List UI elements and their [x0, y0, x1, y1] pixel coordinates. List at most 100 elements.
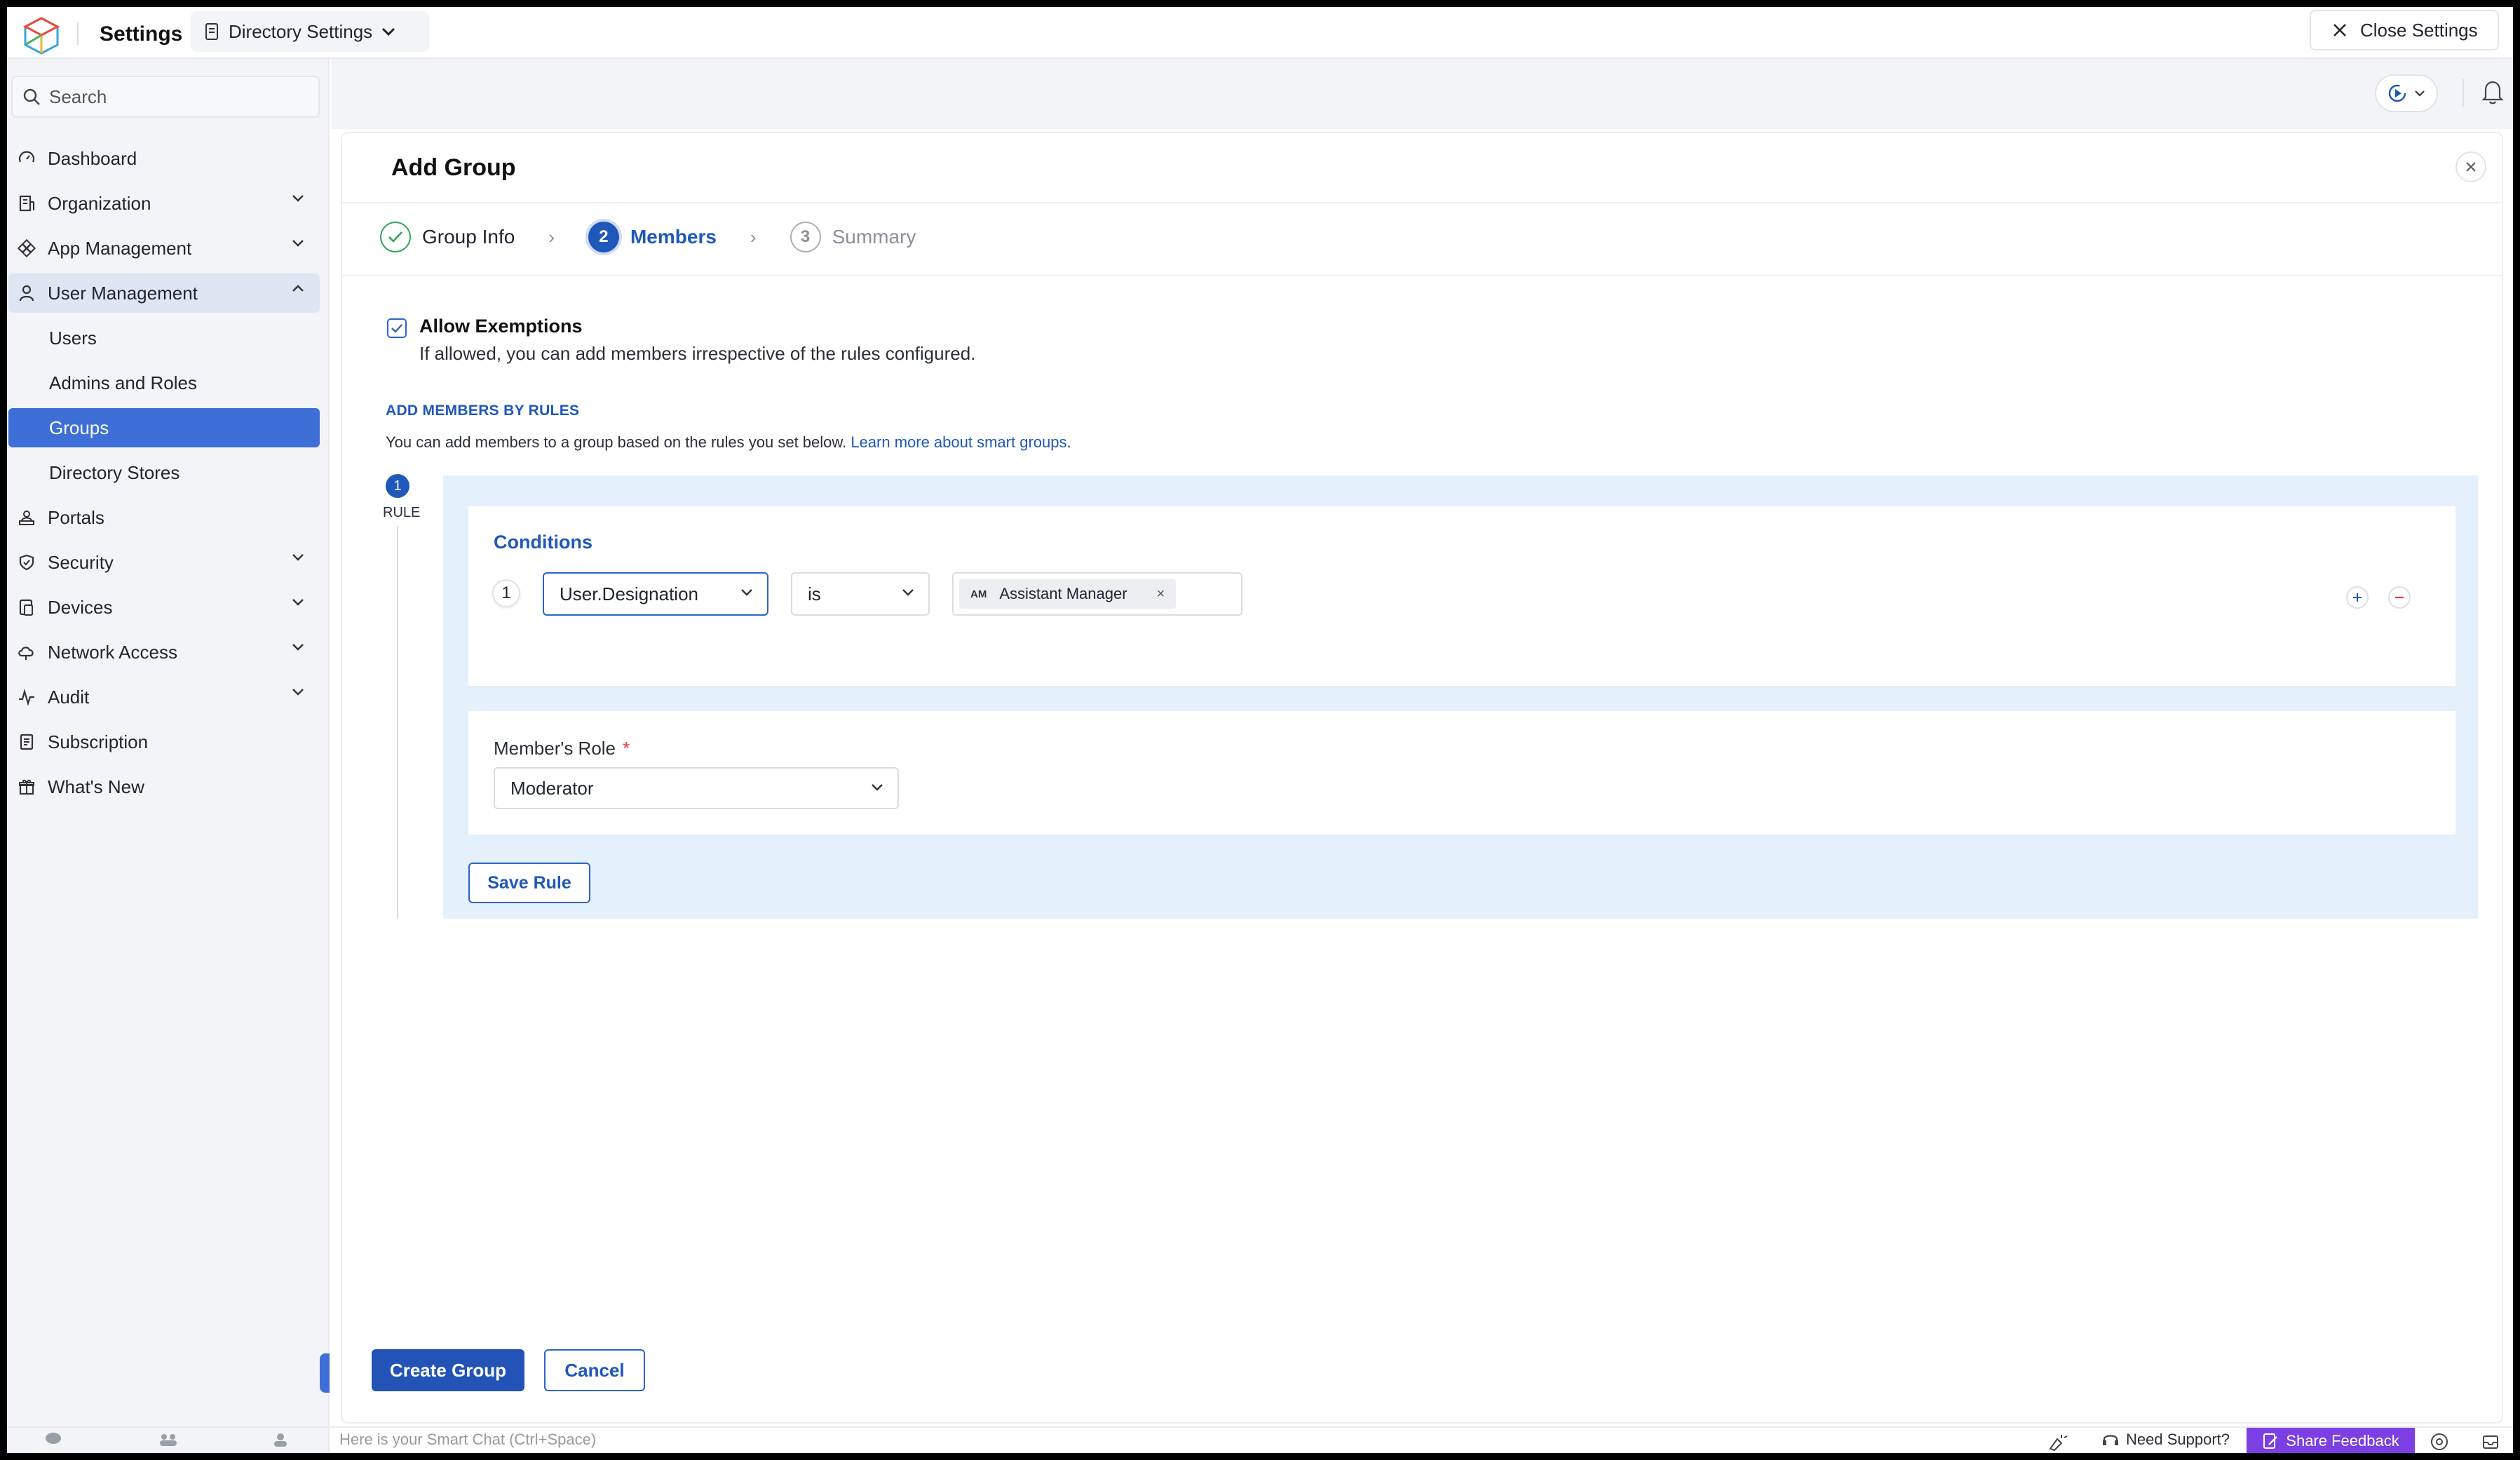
sidebar-item-label: Admins and Roles	[49, 372, 197, 393]
allow-exemptions-description: If allowed, you can add members irrespec…	[419, 343, 976, 364]
stepper: Group Info › 2 Members › 3 Summary	[380, 216, 916, 258]
smart-chat-input[interactable]: Here is your Smart Chat (Ctrl+Space)	[339, 1431, 596, 1449]
cancel-button[interactable]: Cancel	[544, 1349, 645, 1391]
add-condition-button[interactable]	[2346, 586, 2369, 609]
sidebar-item-app-management[interactable]: App Management	[8, 229, 320, 268]
divider	[77, 22, 79, 45]
bottom-tabs	[7, 1428, 330, 1453]
gift-icon	[17, 777, 36, 797]
member-role-select[interactable]: Moderator	[494, 767, 899, 809]
rules-description-text: You can add members to a group based on …	[386, 433, 847, 451]
rules-section-heading: ADD MEMBERS BY RULES	[386, 403, 580, 419]
shield-icon	[17, 553, 36, 572]
contacts-tab-icon[interactable]	[266, 1432, 294, 1453]
sidebar-item-label: Portals	[48, 506, 104, 528]
sidebar-item-devices[interactable]: Devices	[8, 588, 320, 627]
step-label: Group Info	[422, 226, 515, 248]
rule-container: Conditions 1 User.Designation is AM Assi…	[443, 475, 2478, 919]
step-summary[interactable]: 3 Summary	[790, 222, 916, 252]
sidebar-item-user-management[interactable]: User Management	[8, 273, 320, 313]
pulse-icon	[17, 687, 36, 707]
sidebar-item-organization[interactable]: Organization	[8, 184, 320, 223]
chevron-down-icon	[292, 554, 304, 561]
directory-selector-label: Directory Settings	[229, 20, 373, 42]
at-mention-icon[interactable]	[2429, 1432, 2450, 1452]
sidebar-item-network-access[interactable]: Network Access	[8, 633, 320, 672]
sidebar-item-audit[interactable]: Audit	[8, 677, 320, 717]
sidebar-collapse-handle[interactable]	[320, 1353, 330, 1393]
allow-exemptions-checkbox[interactable]	[387, 318, 407, 338]
sidebar: Dashboard Organization App Management Us…	[7, 59, 330, 1426]
step-number: 3	[790, 222, 821, 252]
share-feedback-button[interactable]: Share Feedback	[2247, 1428, 2415, 1453]
member-role-label: Member's Role *	[494, 738, 630, 759]
member-role-card: Member's Role * Moderator	[468, 711, 2455, 834]
checkmark-icon	[391, 324, 402, 333]
top-bar: Settings Directory Settings Close Settin…	[7, 7, 2513, 59]
sidebar-item-label: Organization	[48, 192, 151, 214]
condition-field-select[interactable]: User.Designation	[543, 572, 768, 616]
search-input[interactable]	[49, 86, 316, 108]
rule-number: 1	[386, 474, 409, 498]
chevron-down-icon	[741, 589, 752, 596]
allow-exemptions: Allow Exemptions If allowed, you can add…	[387, 316, 975, 365]
app-title: Settings	[100, 22, 183, 46]
directory-selector[interactable]: Directory Settings	[191, 11, 429, 52]
sidebar-item-directory-stores[interactable]: Directory Stores	[8, 453, 320, 492]
recording-button[interactable]	[2375, 74, 2438, 112]
cube-logo-icon	[22, 17, 60, 55]
divider	[342, 275, 2502, 276]
inbox-icon[interactable]	[2481, 1432, 2500, 1452]
sidebar-item-subscription[interactable]: Subscription	[8, 722, 320, 762]
sidebar-item-whats-new[interactable]: What's New	[8, 767, 320, 806]
chevron-down-icon	[382, 27, 395, 36]
chip-remove-icon[interactable]: ×	[1157, 586, 1165, 602]
create-group-button[interactable]: Create Group	[372, 1349, 524, 1391]
receipt-icon	[17, 732, 36, 752]
sidebar-item-label: Network Access	[48, 641, 177, 663]
condition-field-value: User.Designation	[560, 583, 698, 604]
chevron-down-icon	[292, 644, 304, 651]
need-support-button[interactable]: Need Support?	[2101, 1431, 2230, 1449]
search-box[interactable]	[11, 76, 320, 118]
minus-icon	[2395, 596, 2404, 599]
close-settings-button[interactable]: Close Settings	[2310, 10, 2499, 50]
sidebar-item-label: Audit	[48, 686, 90, 708]
allow-exemptions-title: Allow Exemptions	[419, 316, 583, 337]
sidebar-item-portals[interactable]: Portals	[8, 498, 320, 537]
chevron-right-icon: ›	[548, 226, 555, 248]
sidebar-item-dashboard[interactable]: Dashboard	[8, 139, 320, 178]
step-group-info[interactable]: Group Info	[380, 222, 515, 252]
chevron-down-icon	[872, 784, 883, 791]
app-window: Settings Directory Settings Close Settin…	[7, 7, 2513, 1453]
sidebar-item-groups[interactable]: Groups	[8, 408, 320, 447]
condition-operator-value: is	[808, 583, 821, 604]
channels-tab-icon[interactable]	[154, 1432, 182, 1453]
need-support-label: Need Support?	[2126, 1431, 2230, 1448]
step-members[interactable]: 2 Members	[588, 222, 717, 252]
condition-operator-select[interactable]: is	[791, 572, 930, 616]
panel-close-button[interactable]	[2455, 151, 2486, 182]
sidebar-item-label: Dashboard	[48, 147, 137, 169]
chevron-down-icon	[902, 589, 914, 596]
sidebar-item-users[interactable]: Users	[8, 318, 320, 358]
save-rule-button[interactable]: Save Rule	[468, 863, 590, 903]
chevron-down-icon	[2415, 90, 2425, 97]
sentence-period: .	[1066, 433, 1071, 451]
chats-tab-icon[interactable]	[39, 1432, 67, 1453]
condition-index: 1	[492, 579, 520, 607]
remove-condition-button[interactable]	[2388, 586, 2411, 609]
required-marker: *	[623, 738, 630, 759]
condition-value-input[interactable]: AM Assistant Manager ×	[952, 572, 1242, 616]
bell-icon[interactable]	[2481, 79, 2505, 105]
check-icon	[380, 222, 411, 252]
chip-abbreviation: AM	[970, 588, 987, 600]
sidebar-item-label: What's New	[48, 776, 144, 797]
sparkle-icon[interactable]	[2047, 1432, 2068, 1452]
chevron-down-icon	[292, 240, 304, 247]
sidebar-item-label: Security	[48, 551, 114, 573]
sidebar-item-admins-and-roles[interactable]: Admins and Roles	[8, 363, 320, 403]
smart-groups-link[interactable]: Learn more about smart groups	[851, 433, 1066, 451]
sidebar-item-security[interactable]: Security	[8, 543, 320, 582]
bottom-bar: Here is your Smart Chat (Ctrl+Space) Nee…	[7, 1426, 2513, 1453]
